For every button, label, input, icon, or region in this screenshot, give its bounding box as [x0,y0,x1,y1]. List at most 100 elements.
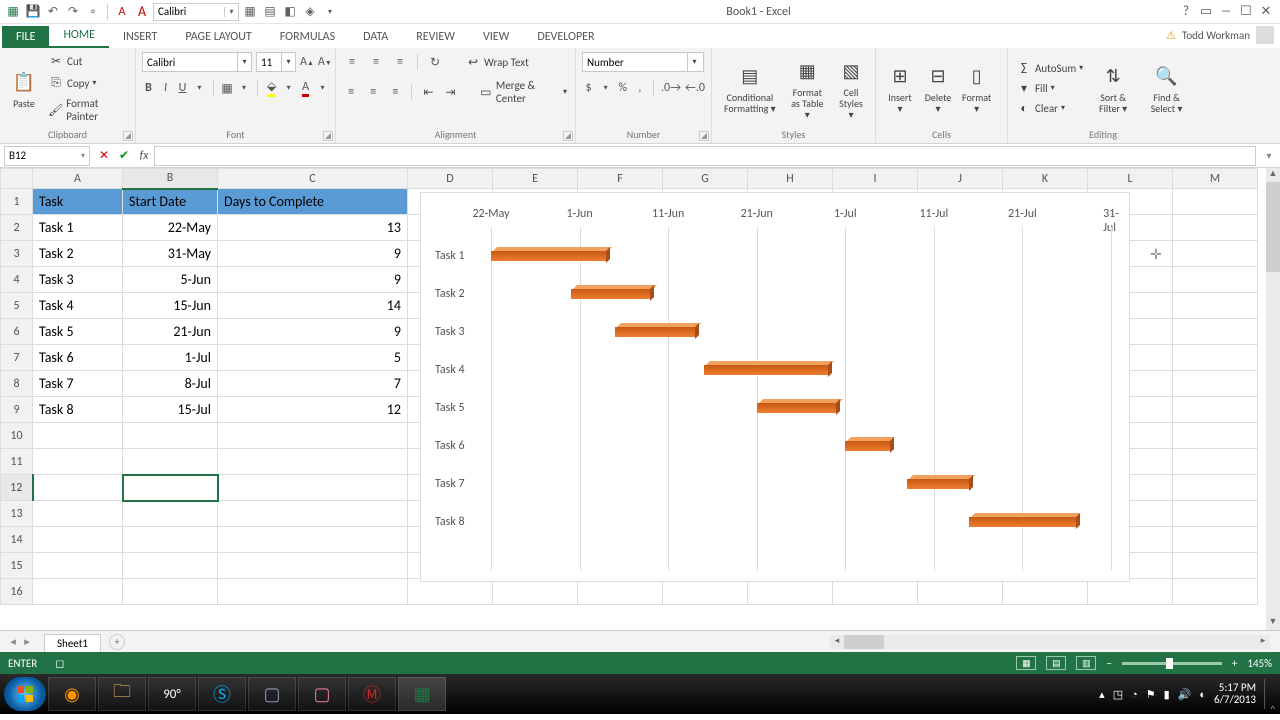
cell[interactable] [493,579,578,605]
font-size-selector[interactable]: ▾ [256,52,296,72]
cut-button[interactable]: ✂Cut [46,52,129,70]
taskbar-skype[interactable]: Ⓢ [198,677,246,711]
cell[interactable] [218,527,408,553]
chevron-down-icon[interactable]: ▾ [687,53,701,71]
cell[interactable] [1088,579,1173,605]
increase-indent-button[interactable]: ⇥ [441,82,459,102]
qat-icon-d[interactable]: ◈ [301,3,319,21]
qat-font-input[interactable] [154,5,224,18]
close-icon[interactable]: ✕ [1258,4,1274,19]
account-area[interactable]: ⚠ Todd Workman [1166,26,1274,44]
column-header[interactable]: H [748,169,833,189]
cancel-icon[interactable]: ✕ [94,148,114,163]
start-button[interactable] [4,677,46,711]
column-header[interactable]: I [833,169,918,189]
scrollbar-thumb[interactable] [1266,182,1280,272]
cell[interactable]: 9 [218,241,408,267]
align-middle-button[interactable]: ≡ [366,52,386,72]
row-header[interactable]: 4 [1,267,33,293]
tray-icon[interactable]: ◐ [1199,688,1206,701]
scroll-down-icon[interactable]: ▼ [1266,616,1280,630]
chevron-down-icon[interactable]: ▾ [81,151,85,161]
merge-center-button[interactable]: ▭Merge & Center ▾ [477,78,569,106]
row-header[interactable]: 7 [1,345,33,371]
column-header[interactable]: M [1173,169,1258,189]
column-header[interactable]: B [123,169,218,189]
cell[interactable] [663,579,748,605]
cell[interactable]: 1-Jul [123,345,218,371]
cell[interactable]: Task 6 [33,345,123,371]
cell[interactable] [33,527,123,553]
qat-customize-icon[interactable]: ▾ [321,3,339,21]
cell[interactable] [918,579,1003,605]
font-name-selector[interactable]: ▾ [142,52,252,72]
number-format-input[interactable] [583,53,687,71]
italic-button[interactable]: I [159,78,172,98]
cell[interactable]: 9 [218,319,408,345]
row-header[interactable]: 2 [1,215,33,241]
volume-icon[interactable]: 🔊 [1178,688,1192,701]
percent-button[interactable]: % [616,78,629,98]
tab-data[interactable]: DATA [349,26,402,48]
scroll-left-icon[interactable]: ◂ [830,635,844,649]
tab-review[interactable]: REVIEW [402,26,469,48]
row-header[interactable]: 13 [1,501,33,527]
cell[interactable] [218,475,408,501]
network-icon[interactable]: ▮ [1164,688,1170,701]
underline-button[interactable]: U [176,78,189,98]
column-header[interactable]: F [578,169,663,189]
cell[interactable]: Task 2 [33,241,123,267]
dialog-launcher-icon[interactable]: ◢ [323,131,333,141]
zoom-in-button[interactable]: + [1232,657,1237,670]
bold-button[interactable]: B [142,78,155,98]
scroll-up-icon[interactable]: ▲ [1266,168,1280,182]
chevron-down-icon[interactable]: ▾ [316,78,329,98]
cell[interactable] [1173,423,1258,449]
cell[interactable]: 8-Jul [123,371,218,397]
cell[interactable] [218,553,408,579]
chevron-down-icon[interactable]: ▾ [281,53,295,71]
chevron-down-icon[interactable]: ▾ [238,78,251,98]
cell[interactable] [1173,371,1258,397]
chart-bar[interactable] [757,399,837,413]
cell[interactable] [748,579,833,605]
cell[interactable] [33,423,123,449]
chart-bar[interactable] [704,361,828,375]
cell[interactable]: 7 [218,371,408,397]
accounting-button[interactable]: $ [582,78,595,98]
column-header[interactable]: K [1003,169,1088,189]
avatar[interactable] [1256,26,1274,44]
scroll-right-icon[interactable]: ▸ [1256,635,1270,649]
taskbar-app-b[interactable]: ▢ [298,677,346,711]
cell[interactable] [33,553,123,579]
tab-page-layout[interactable]: PAGE LAYOUT [171,26,265,48]
format-cells-button[interactable]: ▯Format▾ [958,60,995,116]
cell[interactable] [1173,319,1258,345]
cell[interactable] [123,579,218,605]
file-tab[interactable]: FILE [2,26,49,48]
system-tray[interactable]: ▴ ◳ ◔ ⚑ ▮ 🔊 ◐ 5:17 PM 6/7/2013 [1099,679,1276,709]
row-header[interactable]: 5 [1,293,33,319]
tab-formulas[interactable]: FORMULAS [266,26,349,48]
help-icon[interactable]: ? [1178,4,1194,19]
cell[interactable] [123,501,218,527]
cell[interactable] [1173,215,1258,241]
taskbar-weather[interactable]: 90° [148,677,196,711]
find-select-button[interactable]: 🔍Find & Select ▾ [1141,60,1192,116]
tray-icon[interactable]: ⚑ [1146,688,1156,701]
cell[interactable]: 13 [218,215,408,241]
chevron-down-icon[interactable]: ▾ [193,78,206,98]
cell[interactable] [1173,501,1258,527]
cell[interactable]: Task [33,189,123,215]
name-box[interactable]: B12▾ [4,146,90,166]
zoom-out-button[interactable]: − [1106,657,1111,670]
cell[interactable]: Task 1 [33,215,123,241]
chart-bar[interactable] [907,475,969,489]
column-header[interactable]: A [33,169,123,189]
cell[interactable]: 14 [218,293,408,319]
cell[interactable]: 12 [218,397,408,423]
column-header[interactable]: D [408,169,493,189]
number-format-selector[interactable]: ▾ [582,52,704,72]
decrease-decimal-button[interactable]: ←.0 [685,78,705,98]
redo-icon[interactable]: ↷ [64,3,82,21]
